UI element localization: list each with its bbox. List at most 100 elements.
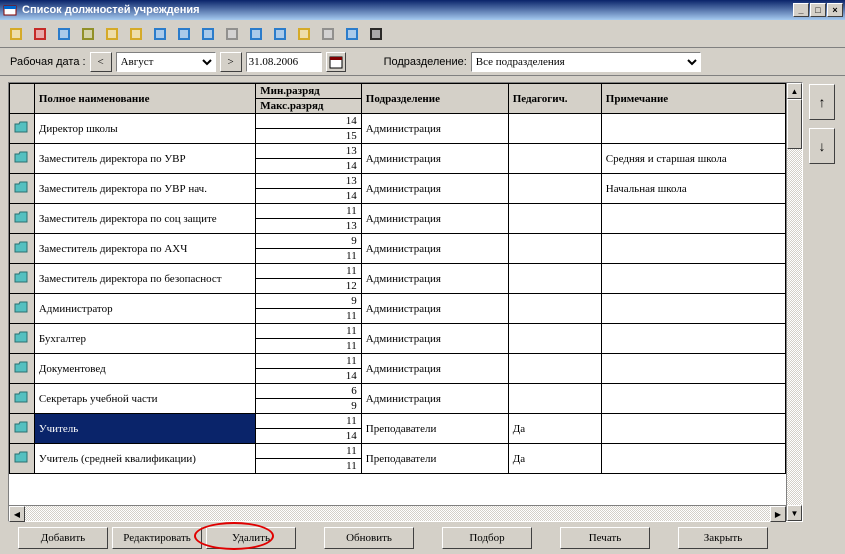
help-icon[interactable]	[342, 24, 362, 44]
table-row[interactable]: Заместитель директора по соц защите11Адм…	[10, 204, 786, 219]
podr-cell[interactable]: Преподаватели	[361, 444, 508, 474]
print-button[interactable]: Печать	[560, 527, 650, 549]
header-name[interactable]: Полное наименование	[34, 84, 255, 114]
podr-cell[interactable]: Администрация	[361, 114, 508, 144]
ped-cell[interactable]	[508, 114, 601, 144]
close-btn[interactable]: Закрыть	[678, 527, 768, 549]
podr-cell[interactable]: Преподаватели	[361, 414, 508, 444]
horizontal-scrollbar[interactable]: ◀ ▶	[9, 505, 786, 521]
header-prim[interactable]: Примечание	[601, 84, 785, 114]
max-cell[interactable]: 11	[256, 309, 362, 324]
exclude-icon[interactable]	[30, 24, 50, 44]
table-row[interactable]: Бухгалтер11Администрация	[10, 324, 786, 339]
hscroll-track[interactable]	[25, 506, 770, 521]
min-cell[interactable]: 14	[256, 114, 362, 129]
header-podr[interactable]: Подразделение	[361, 84, 508, 114]
note-cell[interactable]	[601, 324, 785, 354]
podr-cell[interactable]: Администрация	[361, 234, 508, 264]
name-cell[interactable]: Заместитель директора по АХЧ	[34, 234, 255, 264]
reset-icon[interactable]	[246, 24, 266, 44]
move-down-button[interactable]: ↓	[809, 128, 835, 164]
table-icon[interactable]	[102, 24, 122, 44]
note-cell[interactable]	[601, 414, 785, 444]
name-cell[interactable]: Учитель	[34, 414, 255, 444]
ped-cell[interactable]	[508, 144, 601, 174]
note-cell[interactable]	[601, 204, 785, 234]
min-cell[interactable]: 9	[256, 234, 362, 249]
grid-icon[interactable]	[78, 24, 98, 44]
scroll-thumb[interactable]	[787, 99, 802, 149]
ped-cell[interactable]	[508, 294, 601, 324]
name-cell[interactable]: Документовед	[34, 354, 255, 384]
podr-cell[interactable]: Администрация	[361, 354, 508, 384]
min-cell[interactable]: 11	[256, 354, 362, 369]
note-cell[interactable]	[601, 234, 785, 264]
filter-icon[interactable]	[222, 24, 242, 44]
note-cell[interactable]	[601, 354, 785, 384]
podr-cell[interactable]: Администрация	[361, 324, 508, 354]
name-cell[interactable]: Заместитель директора по соц защите	[34, 204, 255, 234]
table-row[interactable]: Учитель (средней квалификации)11Преподав…	[10, 444, 786, 459]
minimize-button[interactable]: _	[793, 3, 809, 17]
detail-icon[interactable]	[174, 24, 194, 44]
scroll-right-icon[interactable]: ▶	[770, 506, 786, 522]
ped-cell[interactable]	[508, 384, 601, 414]
name-cell[interactable]: Директор школы	[34, 114, 255, 144]
ped-cell[interactable]	[508, 174, 601, 204]
min-cell[interactable]: 11	[256, 204, 362, 219]
vertical-scrollbar[interactable]: ▲ ▼	[786, 83, 802, 521]
name-cell[interactable]: Секретарь учебной части	[34, 384, 255, 414]
calendar-icon[interactable]	[326, 52, 346, 72]
scroll-left-icon[interactable]: ◀	[9, 506, 25, 522]
table-del-icon[interactable]	[126, 24, 146, 44]
min-cell[interactable]: 13	[256, 144, 362, 159]
min-cell[interactable]: 9	[256, 294, 362, 309]
header-min[interactable]: Мин.разряд	[256, 84, 362, 99]
min-cell[interactable]: 13	[256, 174, 362, 189]
new-icon[interactable]	[6, 24, 26, 44]
max-cell[interactable]: 12	[256, 279, 362, 294]
table-row[interactable]: Секретарь учебной части6Администрация	[10, 384, 786, 399]
table-row[interactable]: Заместитель директора по УВР13Администра…	[10, 144, 786, 159]
max-cell[interactable]: 9	[256, 399, 362, 414]
note-cell[interactable]	[601, 264, 785, 294]
date-input[interactable]	[246, 52, 322, 72]
max-cell[interactable]: 15	[256, 129, 362, 144]
min-cell[interactable]: 11	[256, 444, 362, 459]
move-up-button[interactable]: ↑	[809, 84, 835, 120]
arrow-help-icon[interactable]	[366, 24, 386, 44]
ped-cell[interactable]: Да	[508, 444, 601, 474]
note-cell[interactable]	[601, 444, 785, 474]
name-cell[interactable]: Заместитель директора по безопасност	[34, 264, 255, 294]
ped-cell[interactable]	[508, 204, 601, 234]
name-cell[interactable]: Заместитель директора по УВР	[34, 144, 255, 174]
podr-cell[interactable]: Администрация	[361, 204, 508, 234]
delete-button[interactable]: Удалить	[206, 527, 296, 549]
name-cell[interactable]: Бухгалтер	[34, 324, 255, 354]
pick-button[interactable]: Подбор	[442, 527, 532, 549]
max-cell[interactable]: 14	[256, 159, 362, 174]
scroll-up-icon[interactable]: ▲	[787, 83, 802, 99]
table-row[interactable]: Учитель11ПреподавателиДа	[10, 414, 786, 429]
name-cell[interactable]: Заместитель директора по УВР нач.	[34, 174, 255, 204]
podrazdelenie-select[interactable]: Все подразделения	[471, 52, 701, 72]
prev-month-button[interactable]: <	[90, 52, 112, 72]
header-ped[interactable]: Педагогич.	[508, 84, 601, 114]
podr-cell[interactable]: Администрация	[361, 294, 508, 324]
refresh-button[interactable]: Обновить	[324, 527, 414, 549]
ped-cell[interactable]	[508, 324, 601, 354]
table-row[interactable]: Заместитель директора по УВР нач.13Админ…	[10, 174, 786, 189]
header-icon[interactable]	[10, 84, 35, 114]
scroll-down-icon[interactable]: ▼	[787, 505, 802, 521]
podr-cell[interactable]: Администрация	[361, 174, 508, 204]
copy-icon[interactable]	[318, 24, 338, 44]
name-cell[interactable]: Администратор	[34, 294, 255, 324]
table-row[interactable]: Документовед11Администрация	[10, 354, 786, 369]
sort-icon[interactable]	[198, 24, 218, 44]
ped-cell[interactable]	[508, 234, 601, 264]
add-button[interactable]: Добавить	[18, 527, 108, 549]
max-cell[interactable]: 11	[256, 339, 362, 354]
header-max[interactable]: Макс.разряд	[256, 99, 362, 114]
note-cell[interactable]	[601, 294, 785, 324]
min-cell[interactable]: 6	[256, 384, 362, 399]
